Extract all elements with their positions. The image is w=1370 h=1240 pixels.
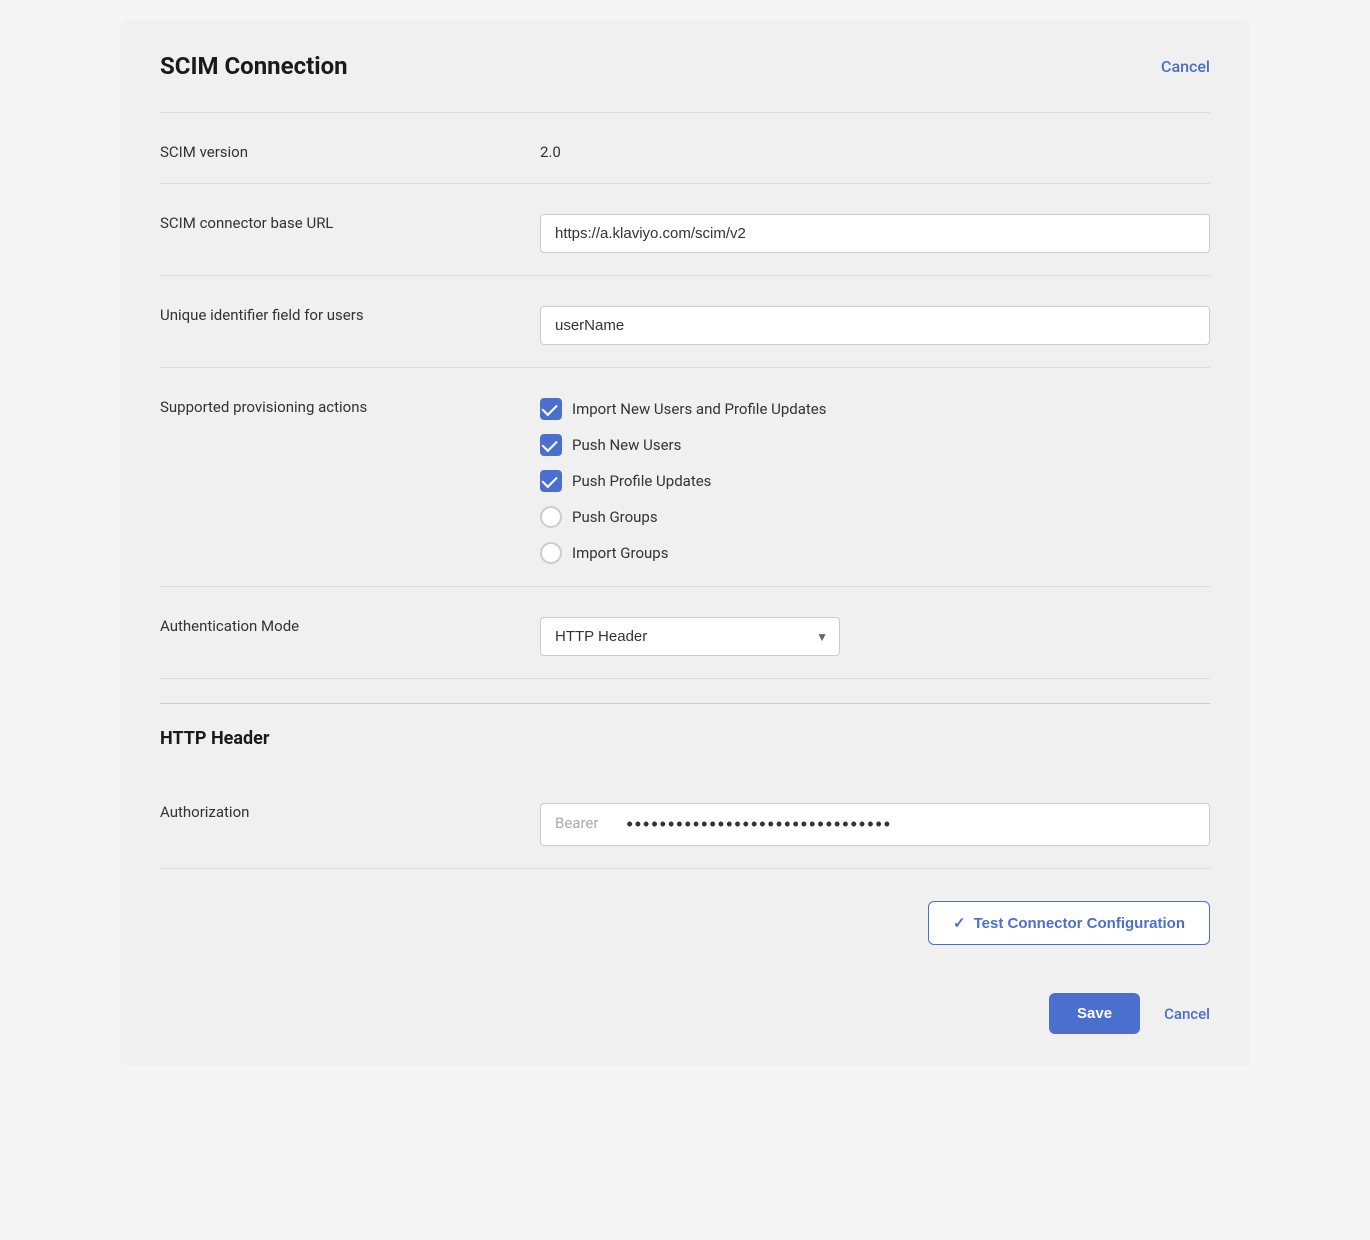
checkbox-push-groups[interactable]: Push Groups <box>540 506 1210 528</box>
auth-mode-field-wrapper: HTTP Header OAuth Basic Auth ▼ <box>540 609 1210 656</box>
bottom-cancel-button[interactable]: Cancel <box>1164 1005 1210 1023</box>
test-connector-button[interactable]: ✓ Test Connector Configuration <box>928 901 1210 945</box>
authorization-row: Authorization Bearer <box>160 773 1210 869</box>
checkbox-push-new-users-label: Push New Users <box>572 436 681 454</box>
scim-base-url-input[interactable] <box>540 214 1210 253</box>
unique-id-field-wrapper <box>540 298 1210 345</box>
auth-mode-row: Authentication Mode HTTP Header OAuth Ba… <box>160 587 1210 679</box>
page-title: SCIM Connection <box>160 52 348 80</box>
unique-id-label: Unique identifier field for users <box>160 298 540 324</box>
bottom-actions: Save Cancel <box>160 977 1210 1034</box>
test-button-row: ✓ Test Connector Configuration <box>160 893 1210 945</box>
checkbox-import-groups-label: Import Groups <box>572 544 668 562</box>
auth-mode-select-wrapper: HTTP Header OAuth Basic Auth ▼ <box>540 617 840 656</box>
save-button[interactable]: Save <box>1049 993 1140 1034</box>
checkbox-checked-icon <box>540 434 562 456</box>
auth-input-group: Bearer <box>540 803 1210 846</box>
checkbox-push-new-users[interactable]: Push New Users <box>540 434 1210 456</box>
checkbox-import-new-users[interactable]: Import New Users and Profile Updates <box>540 398 1210 420</box>
checkbox-import-groups[interactable]: Import Groups <box>540 542 1210 564</box>
check-icon: ✓ <box>953 914 966 932</box>
test-connector-label: Test Connector Configuration <box>974 915 1185 932</box>
checkbox-import-new-users-label: Import New Users and Profile Updates <box>572 400 827 418</box>
bearer-prefix: Bearer <box>540 803 612 846</box>
scim-base-url-field-wrapper <box>540 206 1210 253</box>
http-header-title: HTTP Header <box>160 728 1210 749</box>
section-divider <box>160 703 1210 704</box>
unique-id-row: Unique identifier field for users <box>160 276 1210 368</box>
checkbox-checked-icon <box>540 470 562 492</box>
http-header-section: HTTP Header Authorization Bearer ✓ Test … <box>160 703 1210 945</box>
checkbox-unchecked-icon <box>540 506 562 528</box>
scim-base-url-label: SCIM connector base URL <box>160 206 540 232</box>
authorization-field-wrapper: Bearer <box>540 795 1210 846</box>
authorization-label: Authorization <box>160 795 540 821</box>
scim-base-url-row: SCIM connector base URL <box>160 184 1210 276</box>
scim-version-row: SCIM version 2.0 <box>160 112 1210 184</box>
provisioning-checkboxes: Import New Users and Profile Updates Pus… <box>540 390 1210 564</box>
checkbox-push-groups-label: Push Groups <box>572 508 658 526</box>
scim-version-value: 2.0 <box>540 135 1210 161</box>
checkbox-push-profile-updates-label: Push Profile Updates <box>572 472 711 490</box>
provisioning-label: Supported provisioning actions <box>160 390 540 416</box>
provisioning-actions-row: Supported provisioning actions Import Ne… <box>160 368 1210 587</box>
checkbox-checked-icon <box>540 398 562 420</box>
auth-mode-select[interactable]: HTTP Header OAuth Basic Auth <box>540 617 840 656</box>
authorization-token-input[interactable] <box>612 803 1210 846</box>
checkbox-group: Import New Users and Profile Updates Pus… <box>540 398 1210 564</box>
auth-mode-label: Authentication Mode <box>160 609 540 635</box>
unique-id-input[interactable] <box>540 306 1210 345</box>
page-container: SCIM Connection Cancel SCIM version 2.0 … <box>120 20 1250 1066</box>
scim-version-label: SCIM version <box>160 135 540 161</box>
form-section: SCIM version 2.0 SCIM connector base URL… <box>160 112 1210 679</box>
checkbox-push-profile-updates[interactable]: Push Profile Updates <box>540 470 1210 492</box>
header: SCIM Connection Cancel <box>160 52 1210 80</box>
header-cancel-button[interactable]: Cancel <box>1161 57 1210 76</box>
checkbox-unchecked-icon <box>540 542 562 564</box>
